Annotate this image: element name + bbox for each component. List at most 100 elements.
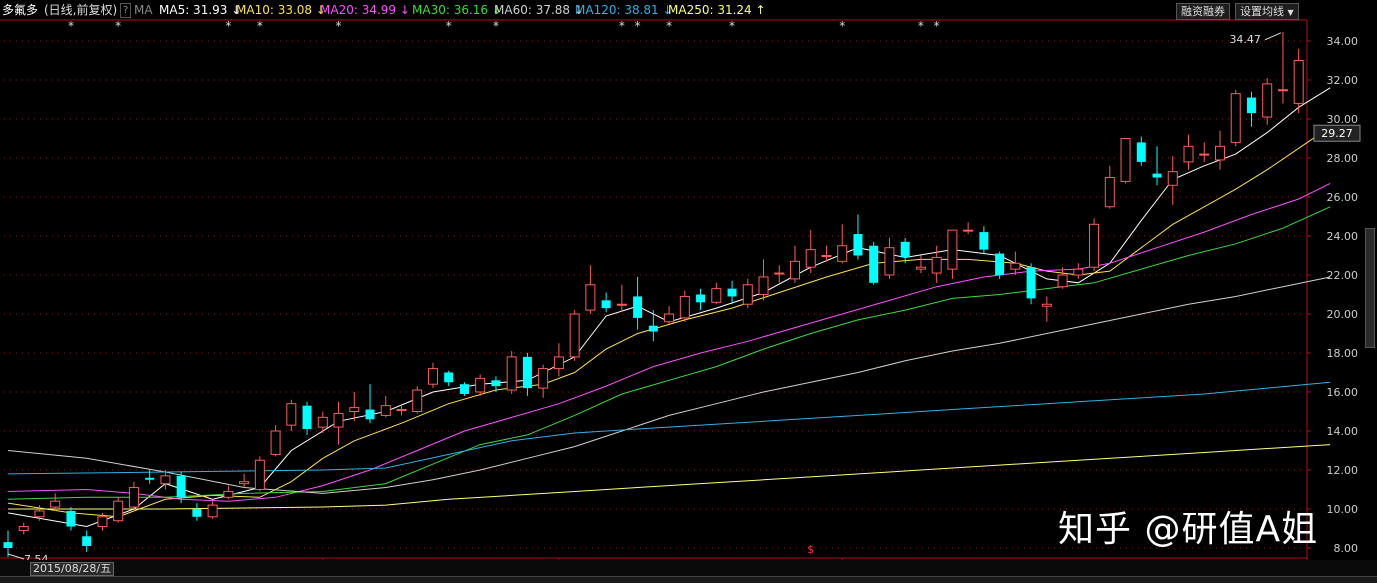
grid-dot [934, 508, 935, 510]
info-marker-icon: * [115, 19, 121, 33]
grid-dot [1144, 469, 1145, 471]
grid-dot [868, 196, 869, 198]
grid-dot [772, 352, 773, 354]
grid-dot [10, 118, 11, 120]
grid-dot [178, 157, 179, 159]
grid-dot [988, 352, 989, 354]
candle-body-down [145, 477, 155, 480]
grid-dot [196, 118, 197, 120]
grid-dot [1060, 235, 1061, 237]
grid-dot [724, 274, 725, 276]
grid-dot [1000, 391, 1001, 393]
margin-trading-button[interactable]: 融资融券 [1176, 3, 1230, 20]
grid-dot [124, 40, 125, 42]
grid-dot [724, 157, 725, 159]
grid-dot [622, 118, 623, 120]
grid-dot [706, 79, 707, 81]
grid-dot [640, 547, 641, 549]
grid-dot [262, 547, 263, 549]
grid-dot [394, 469, 395, 471]
grid-dot [1162, 118, 1163, 120]
ma10-value: MA10: 33.08 ↓ [236, 3, 326, 17]
grid-dot [28, 391, 29, 393]
grid-dot [448, 508, 449, 510]
grid-dot [1000, 430, 1001, 432]
grid-dot [436, 157, 437, 159]
grid-dot [1174, 40, 1175, 42]
help-icon[interactable]: ? [120, 3, 132, 18]
grid-dot [910, 313, 911, 315]
grid-dot [826, 547, 827, 549]
grid-dot [106, 547, 107, 549]
grid-dot [448, 547, 449, 549]
grid-dot [148, 313, 149, 315]
y-tick-label: 16.00 [1327, 386, 1359, 399]
grid-dot [448, 235, 449, 237]
grid-dot [94, 313, 95, 315]
grid-dot [136, 274, 137, 276]
grid-dot [1264, 430, 1265, 432]
stock-name[interactable]: 多氟多 [2, 0, 38, 20]
grid-dot [70, 118, 71, 120]
grid-dot [400, 40, 401, 42]
grid-dot [322, 391, 323, 393]
grid-dot [910, 391, 911, 393]
grid-dot [1294, 352, 1295, 354]
grid-dot [646, 547, 647, 549]
grid-dot [142, 313, 143, 315]
grid-dot [484, 157, 485, 159]
grid-dot [742, 352, 743, 354]
grid-dot [16, 196, 17, 198]
grid-dot [508, 40, 509, 42]
grid-dot [856, 157, 857, 159]
grid-dot [1150, 40, 1151, 42]
grid-dot [1204, 79, 1205, 81]
grid-dot [1192, 79, 1193, 81]
grid-dot [1240, 196, 1241, 198]
grid-dot [544, 313, 545, 315]
grid-dot [1180, 79, 1181, 81]
grid-dot [754, 508, 755, 510]
grid-dot [1042, 313, 1043, 315]
grid-dot [250, 352, 251, 354]
grid-dot [1000, 40, 1001, 42]
grid-dot [424, 118, 425, 120]
grid-dot [1012, 313, 1013, 315]
grid-dot [154, 313, 155, 315]
grid-dot [268, 508, 269, 510]
grid-dot [304, 547, 305, 549]
grid-dot [724, 313, 725, 315]
scroll-handle[interactable] [1365, 228, 1375, 348]
grid-dot [562, 40, 563, 42]
grid-dot [1288, 235, 1289, 237]
grid-dot [1060, 196, 1061, 198]
grid-dot [112, 118, 113, 120]
grid-dot [1150, 313, 1151, 315]
grid-dot [904, 313, 905, 315]
grid-dot [1210, 430, 1211, 432]
grid-dot [778, 469, 779, 471]
grid-dot [850, 40, 851, 42]
set-ma-button[interactable]: 设置均线 ▼ [1235, 3, 1299, 20]
grid-dot [700, 235, 701, 237]
grid-dot [370, 235, 371, 237]
grid-dot [934, 157, 935, 159]
grid-dot [1066, 118, 1067, 120]
candlestick-chart[interactable]: 34.0032.0030.0028.0026.0024.0022.0020.00… [0, 0, 1377, 582]
grid-dot [136, 313, 137, 315]
grid-dot [1006, 313, 1007, 315]
grid-dot [1024, 430, 1025, 432]
grid-dot [700, 391, 701, 393]
grid-dot [520, 118, 521, 120]
grid-dot [1012, 469, 1013, 471]
grid-dot [838, 79, 839, 81]
grid-dot [16, 274, 17, 276]
grid-dot [346, 235, 347, 237]
grid-dot [1264, 469, 1265, 471]
grid-dot [1066, 313, 1067, 315]
grid-dot [688, 274, 689, 276]
grid-dot [130, 352, 131, 354]
grid-dot [34, 430, 35, 432]
grid-dot [424, 274, 425, 276]
grid-dot [358, 79, 359, 81]
